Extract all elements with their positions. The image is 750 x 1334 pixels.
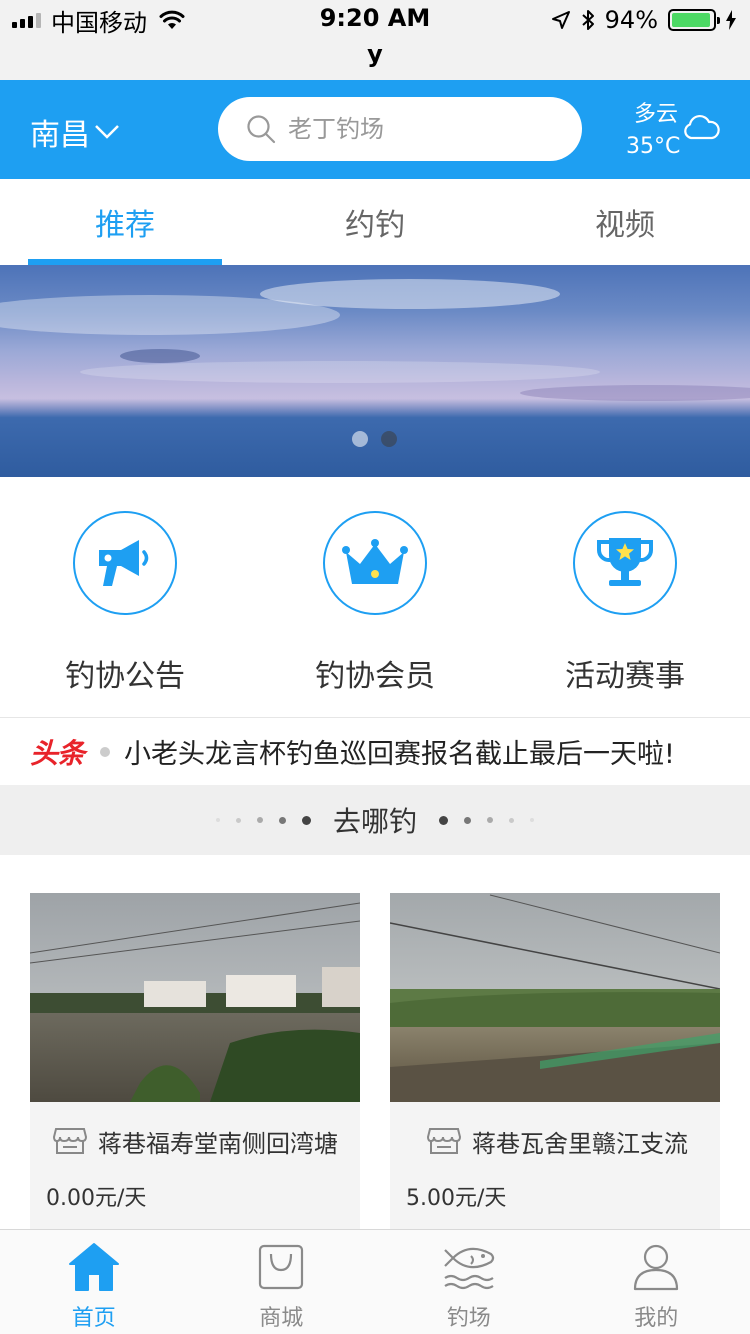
nav-label: 商城 — [259, 1306, 304, 1331]
banner-cloud — [260, 279, 560, 309]
feature-events[interactable]: 活动赛事 — [500, 511, 750, 695]
spot-card[interactable]: 蒋巷瓦舍里赣江支流 5.00元/天 — [390, 893, 720, 1229]
feature-grid: 钓协公告 钓协会员 活动赛事 — [0, 477, 750, 717]
trophy-icon — [596, 538, 654, 586]
banner-cloud — [520, 385, 750, 401]
megaphone-icon — [99, 540, 149, 586]
weather-temperature: 35°C — [626, 134, 681, 159]
carousel-dot[interactable] — [352, 431, 368, 447]
tab-bar: 推荐 约钓 视频 — [0, 179, 750, 265]
nav-label: 首页 — [71, 1306, 116, 1331]
headline-text[interactable]: 小老头龙言杯钓鱼巡回赛报名截止最后一天啦! — [124, 732, 675, 771]
battery-icon — [668, 9, 720, 31]
bottom-nav: 首页 商城 钓场 我的 — [0, 1229, 750, 1334]
tab-recommend[interactable]: 推荐 — [0, 179, 250, 265]
section-dot — [464, 816, 471, 824]
bluetooth-icon — [581, 10, 594, 30]
section-dot — [509, 817, 514, 823]
chevron-down-icon — [95, 125, 119, 139]
header-bar: 南昌 多云 35°C — [0, 80, 750, 179]
spot-name: 蒋巷福寿堂南侧回湾塘 — [98, 1129, 338, 1158]
feature-label: 钓协公告 — [65, 659, 185, 694]
status-bar: 中国移动 9:20 AM 94% — [0, 0, 750, 40]
tab-label: 约钓 — [345, 208, 405, 243]
feature-label: 钓协会员 — [315, 659, 435, 694]
status-right: 94% — [551, 6, 736, 34]
page-title: y — [0, 40, 750, 80]
feature-circle — [73, 511, 177, 615]
location-arrow-icon — [551, 11, 570, 29]
city-selector[interactable]: 南昌 — [30, 110, 120, 154]
tab-label: 视频 — [595, 208, 655, 243]
spot-photo — [390, 893, 720, 1102]
user-icon — [634, 1244, 679, 1291]
city-label: 南昌 — [30, 118, 90, 153]
feature-circle — [323, 511, 427, 615]
battery-percent: 94% — [604, 6, 658, 34]
river-photo-image — [390, 893, 720, 1102]
search-box[interactable] — [218, 97, 582, 161]
nav-label: 我的 — [634, 1306, 679, 1331]
carousel-dot-active[interactable] — [381, 431, 397, 447]
headline-separator — [100, 746, 111, 757]
section-dot — [487, 817, 493, 823]
shopping-bag-icon — [259, 1244, 304, 1290]
section-dot — [278, 816, 286, 824]
section-title: 去哪钓 — [332, 805, 417, 838]
home-icon — [68, 1243, 119, 1291]
banner-cloud — [80, 361, 600, 383]
section-dot — [301, 815, 311, 825]
section-header: 去哪钓 — [0, 785, 750, 855]
headline-ticker[interactable]: 头条 小老头龙言杯钓鱼巡回赛报名截止最后一天啦! — [0, 717, 750, 785]
spot-price: 0.00元/天 — [46, 1186, 147, 1211]
tab-video[interactable]: 视频 — [500, 179, 750, 265]
section-dot — [215, 818, 220, 822]
spot-name-row: 蒋巷瓦舍里赣江支流 — [390, 1102, 720, 1180]
crown-icon — [342, 539, 408, 584]
tab-label: 推荐 — [95, 208, 155, 243]
section-dot — [530, 818, 534, 822]
nav-label: 钓场 — [446, 1306, 491, 1331]
banner-carousel[interactable] — [0, 265, 750, 477]
spot-photo — [30, 893, 360, 1102]
nav-profile[interactable]: 我的 — [563, 1230, 750, 1334]
nav-fishing-spots[interactable]: 钓场 — [375, 1230, 563, 1334]
spot-price: 5.00元/天 — [406, 1186, 507, 1211]
feature-membership[interactable]: 钓协会员 — [250, 511, 500, 695]
section-dot — [235, 817, 241, 823]
nav-shop[interactable]: 商城 — [188, 1230, 376, 1334]
weather-condition: 多云 — [634, 102, 679, 127]
spot-card[interactable]: 蒋巷福寿堂南侧回湾塘 0.00元/天 — [30, 893, 360, 1229]
headline-brand-logo: 头条 — [30, 736, 85, 770]
lake-photo-image — [30, 893, 360, 1102]
shop-icon — [52, 1128, 88, 1154]
tab-appointment[interactable]: 约钓 — [250, 179, 500, 265]
feature-circle — [573, 511, 677, 615]
search-input[interactable] — [288, 115, 558, 143]
weather-widget[interactable]: 多云 35°C — [618, 94, 728, 166]
spot-name-row: 蒋巷福寿堂南侧回湾塘 — [30, 1102, 360, 1180]
banner-cloud — [120, 349, 200, 363]
section-dot — [439, 815, 448, 825]
cloud-icon — [684, 115, 720, 140]
fish-icon — [443, 1247, 494, 1290]
shop-icon — [426, 1128, 462, 1154]
spot-list: 蒋巷福寿堂南侧回湾塘 0.00元/天 蒋巷瓦舍里赣江支流 5.00元/天 — [0, 855, 750, 1229]
spot-name: 蒋巷瓦舍里赣江支流 — [472, 1129, 688, 1158]
section-dot — [256, 817, 263, 823]
feature-label: 活动赛事 — [565, 659, 685, 694]
feature-announcement[interactable]: 钓协公告 — [0, 511, 250, 695]
nav-home[interactable]: 首页 — [0, 1230, 188, 1334]
charging-icon — [726, 10, 736, 30]
search-icon — [247, 115, 276, 144]
